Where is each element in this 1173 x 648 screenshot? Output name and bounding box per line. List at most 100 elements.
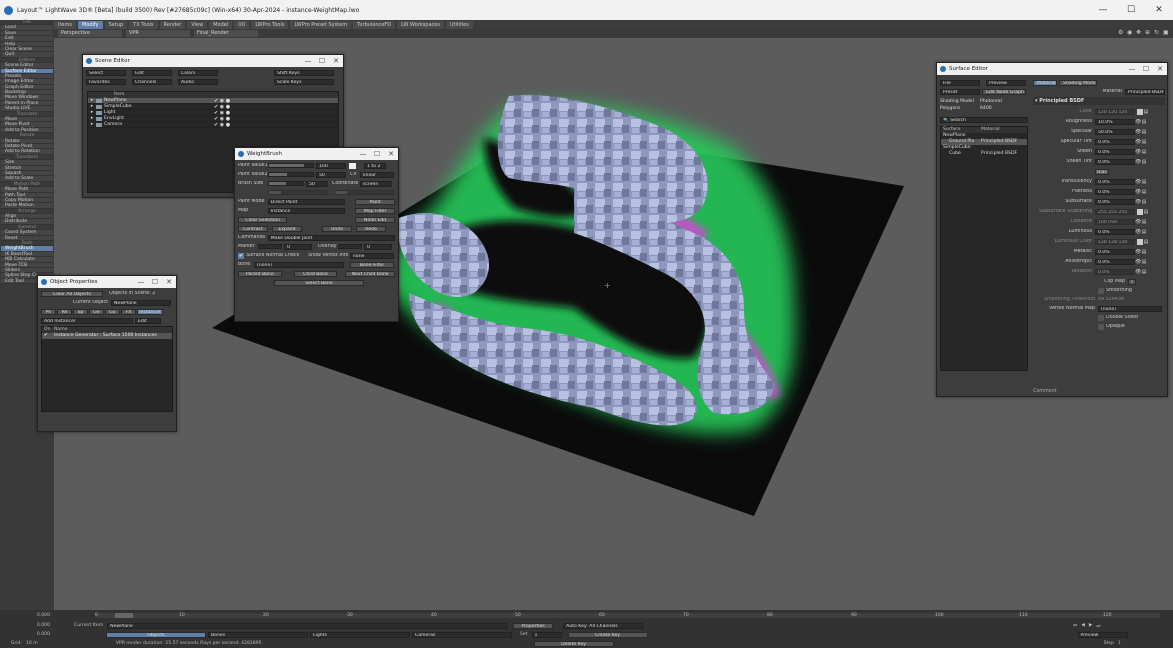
close-icon[interactable]: ✕: [384, 150, 398, 158]
step-back-icon[interactable]: ◀: [1081, 623, 1085, 629]
maximize-icon[interactable]: ☐: [148, 278, 162, 286]
envelope-icon[interactable]: ▤: [1141, 269, 1147, 275]
prop-field[interactable]: 0.0%: [1095, 268, 1135, 275]
paint-value2-slider[interactable]: [268, 172, 314, 177]
child-bone-button[interactable]: Child Bone: [293, 270, 338, 277]
delete-key-button[interactable]: Delete Key: [533, 640, 614, 647]
envelope-icon[interactable]: ▤: [1141, 129, 1147, 135]
audio-menu[interactable]: Audio: [178, 78, 218, 85]
envelope-icon[interactable]: ▤: [1141, 189, 1147, 195]
envelope-icon[interactable]: ▤: [1141, 119, 1147, 125]
prop-field[interactable]: 100 mm: [1095, 218, 1135, 225]
surface-normal-checkbox[interactable]: ✔: [238, 252, 244, 259]
scene-item-row[interactable]: ▸ Camera ✔ ◉ ●: [88, 122, 338, 128]
envelope-icon[interactable]: ▤: [1141, 249, 1147, 255]
scale-keys-menu[interactable]: Scale Keys: [274, 78, 334, 85]
autokey-select[interactable]: Auto Key: All Channels: [563, 622, 644, 629]
current-item-select[interactable]: NewPlane: [107, 622, 508, 629]
opaque-checkbox[interactable]: [1098, 323, 1104, 330]
rotate-icon[interactable]: ↻: [1154, 30, 1160, 36]
prop-field[interactable]: 128 128 128: [1095, 238, 1135, 245]
close-icon[interactable]: ✕: [1153, 65, 1167, 73]
time-slider-thumb[interactable]: [115, 613, 133, 618]
tab-instancer[interactable]: Instancer: [137, 308, 163, 315]
checkmark-icon[interactable]: ✔: [42, 333, 54, 339]
expand-icon[interactable]: ▸: [88, 98, 96, 103]
minimize-icon[interactable]: —: [356, 150, 370, 158]
tab-bones[interactable]: Bones: [208, 631, 308, 638]
bias-button[interactable]: Bias: [1095, 168, 1109, 175]
prop-field[interactable]: 120 120 120: [1095, 108, 1135, 115]
next-child-bone-button[interactable]: Next Child Bone: [345, 270, 395, 277]
close-icon[interactable]: ✕: [162, 278, 176, 286]
menu-tab-lw-workspaces[interactable]: LW Workspaces: [397, 20, 444, 29]
tab-gu[interactable]: Gu: [105, 308, 120, 315]
envelope-icon[interactable]: ▤: [1143, 239, 1149, 245]
overlay-field[interactable]: 0: [364, 243, 392, 250]
prop-field[interactable]: 0.0%: [1095, 138, 1135, 145]
visibility-check-icon[interactable]: ✔ ◉ ●: [214, 122, 230, 128]
clip-map-button[interactable]: T: [1128, 278, 1136, 285]
menu-tab-modify[interactable]: Modify: [78, 20, 103, 29]
redo-button[interactable]: Redo: [356, 225, 386, 232]
tab-sp[interactable]: Sp: [73, 308, 88, 315]
undo-button[interactable]: Undo: [322, 225, 352, 232]
close-button[interactable]: ✕: [1145, 5, 1173, 15]
add-instancer-select[interactable]: Add Instancer: [41, 317, 133, 324]
render-preset-select[interactable]: Final_Render: [194, 30, 258, 37]
tab-objects[interactable]: Objects: [106, 631, 206, 638]
set-field[interactable]: 1: [531, 631, 562, 638]
preset-menu[interactable]: Preset: [940, 88, 980, 95]
move-icon[interactable]: ✥: [1136, 30, 1142, 36]
prop-field[interactable]: 0.0%: [1095, 178, 1135, 185]
minimize-icon[interactable]: —: [301, 57, 315, 65]
prop-field[interactable]: 0.0%: [1095, 158, 1135, 165]
file-menu[interactable]: File: [940, 79, 980, 86]
view-type-select[interactable]: Perspective: [58, 30, 122, 37]
paint-value1-slider[interactable]: [268, 163, 314, 168]
expand-icon[interactable]: ▸: [88, 122, 96, 127]
channels-menu[interactable]: Channels: [132, 78, 172, 85]
zoom-icon[interactable]: ⊕: [1145, 30, 1151, 36]
tab-pri[interactable]: Pri: [41, 308, 56, 315]
edit-select[interactable]: Edit: [135, 317, 161, 324]
tab-lights[interactable]: Lights: [310, 631, 410, 638]
prop-field[interactable]: 0.0%: [1095, 198, 1135, 205]
menu-tab-setup[interactable]: Setup: [104, 20, 128, 29]
preview-menu[interactable]: Preview: [986, 79, 1026, 86]
clear-selection-button[interactable]: Clear Selection: [238, 216, 288, 223]
prop-field[interactable]: 50.0%: [1095, 128, 1135, 135]
envelope-icon[interactable]: ▤: [1141, 179, 1147, 185]
prop-field[interactable]: 0.0%: [1095, 148, 1135, 155]
paint-value1-field[interactable]: 100: [316, 162, 346, 169]
prop-field[interactable]: 0.0%: [1095, 248, 1135, 255]
maximize-icon[interactable]: ☐: [1139, 65, 1153, 73]
preview-select[interactable]: Preview: [1077, 631, 1128, 638]
instance-row[interactable]: ✔ Instance Generator : Surface 1500 Inst…: [42, 333, 172, 339]
select-bone-button[interactable]: Select Bone: [274, 279, 364, 286]
maximize-button[interactable]: ☐: [1117, 5, 1145, 15]
paint-button[interactable]: Paint: [355, 198, 396, 205]
envelope-icon[interactable]: ▤: [1141, 149, 1147, 155]
minimize-button[interactable]: —: [1089, 5, 1117, 15]
contract-button[interactable]: Contract: [238, 225, 268, 232]
material-select[interactable]: Principled BSDF: [1125, 88, 1165, 95]
envelope-icon[interactable]: ▤: [1141, 219, 1147, 225]
close-icon[interactable]: ✕: [329, 57, 343, 65]
menu-tab-items[interactable]: Items: [54, 20, 76, 29]
menu-tab-turbulencefd[interactable]: TurbulenceFD: [353, 20, 396, 29]
edit-menu[interactable]: Edit: [132, 69, 172, 76]
map-select[interactable]: Instance: [267, 207, 346, 214]
envelope-icon[interactable]: ▤: [1141, 159, 1147, 165]
paint-value2-field[interactable]: 50: [316, 171, 346, 178]
tab-ge[interactable]: Ge: [89, 308, 104, 315]
parent-bone-button[interactable]: Parent Bone: [238, 270, 282, 277]
tab-cameras[interactable]: Cameras: [412, 631, 512, 638]
smoothing-checkbox[interactable]: [1098, 287, 1104, 294]
commands-select[interactable]: Make Double Joint: [267, 234, 395, 241]
shift-keys-menu[interactable]: Shift Keys: [274, 69, 334, 76]
envelope-icon[interactable]: ▤: [1143, 109, 1149, 115]
envelope-icon[interactable]: ▤: [1141, 139, 1147, 145]
tab-material[interactable]: Material: [1033, 79, 1057, 86]
envelope-icon[interactable]: ▤: [1141, 229, 1147, 235]
